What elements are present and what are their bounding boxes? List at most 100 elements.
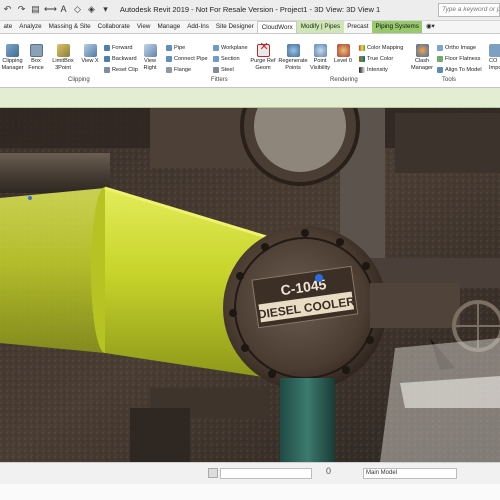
reset-clip-button[interactable]: Reset Clip — [104, 67, 138, 74]
clash-manager-icon — [415, 44, 429, 57]
section-icon — [213, 56, 219, 63]
workplane-button[interactable]: Workplane — [213, 45, 248, 52]
color-mapping-label: Color Mapping — [367, 45, 404, 51]
box-fence-icon — [29, 44, 43, 57]
align-to-model-button[interactable]: Align To Model — [437, 67, 482, 74]
tab-piping-systems[interactable]: Piping Systems — [372, 21, 423, 33]
tab-add-ins[interactable]: Add-Ins — [184, 21, 213, 33]
tab-cloudworx[interactable]: CloudWorx — [257, 21, 298, 33]
clash-manager-button[interactable]: Clash Manager — [409, 44, 435, 71]
clipping-manager-label: Clipping Manager — [1, 58, 24, 71]
level-dropdown[interactable]: Level 0 — [333, 44, 353, 65]
lower-support — [130, 408, 190, 462]
intensity-button[interactable]: Intensity — [359, 67, 388, 74]
view-right-icon — [143, 44, 157, 57]
limitbox-3point-button[interactable]: LimitBox 3Point — [48, 44, 78, 71]
connect-pipe-label: Connect Pipe — [174, 56, 208, 62]
title-bar: ↶ ↷ ▤ ⟷ A ◇ ◈ ▾ Autodesk Revit 2019 - No… — [0, 0, 500, 21]
co-import-icon — [489, 44, 500, 57]
backward-label: Backward — [112, 56, 137, 62]
purge-icon: ✕ — [256, 42, 270, 57]
view-x-label: View X — [81, 58, 99, 64]
intensity-icon — [359, 67, 365, 74]
steel-icon — [213, 67, 219, 74]
tab-precast[interactable]: Precast — [344, 21, 372, 33]
color-mapping-icon — [359, 45, 365, 52]
ortho-image-label: Ortho Image — [445, 45, 477, 51]
model-selector[interactable]: Main Model — [363, 468, 457, 479]
pipe-button[interactable]: Pipe — [166, 45, 185, 52]
scan-marker-small — [28, 196, 32, 200]
tab-analyze[interactable]: Analyze — [16, 21, 45, 33]
workplane-icon — [213, 45, 219, 52]
window-title: Autodesk Revit 2019 - Not For Resale Ver… — [119, 5, 381, 14]
status-bar: 0 0 Main Model — [0, 462, 500, 484]
box-fence-label: Box Fence — [28, 58, 44, 71]
align-to-model-label: Align To Model — [445, 67, 482, 73]
tab-view[interactable]: View — [133, 21, 154, 33]
true-color-icon — [359, 56, 365, 63]
forward-label: Forward — [112, 45, 133, 51]
valve-body — [370, 283, 460, 328]
view-right-button[interactable]: View Right — [140, 44, 160, 71]
left-back-pipe — [0, 153, 110, 193]
point-visibility-icon — [313, 44, 327, 57]
regenerate-points-button[interactable]: Regenerate Points — [278, 44, 308, 71]
limitbox-label: LimitBox 3Point — [52, 58, 74, 71]
flange-button[interactable]: Flange — [166, 67, 191, 74]
connect-pipe-button[interactable]: Connect Pipe — [166, 56, 208, 63]
steel-label: Steel — [221, 67, 234, 73]
floor-flatness-button[interactable]: Floor Flatness — [437, 56, 480, 63]
forward-button[interactable]: Forward — [104, 45, 133, 52]
connect-pipe-icon — [166, 56, 172, 63]
scan-target-marker — [315, 274, 323, 282]
point-cloud-scene: C-1045 DIESEL COOLER — [0, 108, 500, 462]
group-label-clipping: Clipping — [68, 77, 90, 83]
tab-manage[interactable]: Manage — [154, 21, 184, 33]
tab-massing-site[interactable]: Massing & Site — [45, 21, 94, 33]
floor-flatness-icon — [437, 56, 443, 63]
selected-pipe-left[interactable] — [0, 188, 105, 353]
scale-field[interactable]: 0 — [220, 468, 312, 479]
section-label: Section — [221, 56, 240, 62]
true-color-label: True Color — [367, 56, 394, 62]
co-import-button[interactable]: CO Impo — [489, 44, 500, 71]
pipe-icon — [166, 45, 172, 52]
ribbon-tabs: ate Analyze Massing & Site Collaborate V… — [0, 21, 500, 34]
co-import-label: CO Impo — [489, 58, 500, 71]
filter-icon[interactable] — [208, 468, 218, 478]
scale-value-display: 0 — [326, 466, 332, 476]
purge-ref-geom-button[interactable]: ✕ Purge Ref Geom — [249, 42, 277, 71]
view-x-button[interactable]: View X — [80, 44, 100, 65]
tab-site-designer[interactable]: Site Designer — [212, 21, 257, 33]
clash-manager-label: Clash Manager — [410, 58, 434, 71]
tab-modify-pipes[interactable]: Modify | Pipes — [297, 21, 344, 33]
tab-collaborate[interactable]: Collaborate — [94, 21, 133, 33]
workplane-label: Workplane — [221, 45, 248, 51]
clipping-manager-icon — [6, 44, 19, 57]
color-mapping-button[interactable]: Color Mapping — [359, 45, 403, 52]
point-visibility-label: Point Visibility — [309, 58, 331, 71]
tab-overflow-icon[interactable]: ◉▾ — [422, 21, 438, 33]
align-to-model-icon — [437, 67, 443, 74]
ortho-image-icon — [437, 45, 443, 52]
search-input[interactable]: Type a keyword or phrase — [438, 3, 500, 17]
steel-button[interactable]: Steel — [213, 67, 234, 74]
flange-icon — [166, 67, 172, 74]
3d-viewport[interactable]: C-1045 DIESEL COOLER — [0, 108, 500, 462]
teal-pipe — [280, 378, 335, 462]
regenerate-points-icon — [286, 44, 300, 57]
level-label: Level 0 — [333, 58, 353, 64]
group-label-fitters: Fitters — [211, 77, 228, 83]
box-fence-button[interactable]: Box Fence — [26, 44, 46, 71]
forward-icon — [104, 45, 110, 52]
clipping-manager-button[interactable]: Clipping Manager — [0, 44, 25, 71]
point-visibility-button[interactable]: Point Visibility — [309, 44, 331, 71]
reset-clip-icon — [104, 67, 110, 74]
tab-create[interactable]: ate — [0, 21, 16, 33]
ortho-image-button[interactable]: Ortho Image — [437, 45, 476, 52]
section-button[interactable]: Section — [213, 56, 240, 63]
true-color-button[interactable]: True Color — [359, 56, 393, 63]
floor-flatness-label: Floor Flatness — [445, 56, 481, 62]
backward-button[interactable]: Backward — [104, 56, 137, 63]
